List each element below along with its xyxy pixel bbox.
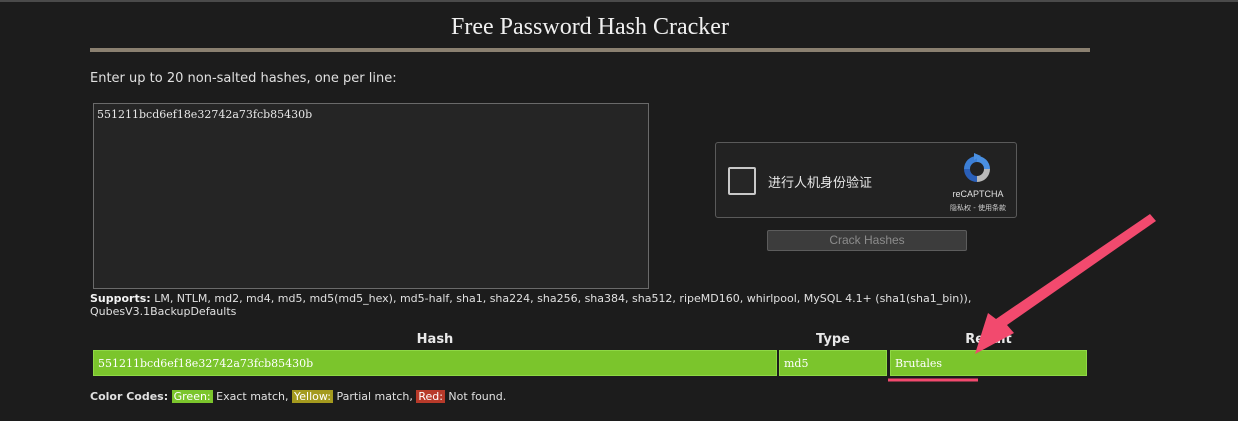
instructions-text: Enter up to 20 non-salted hashes, one pe…: [90, 71, 397, 86]
result-cell-type: md5: [779, 350, 887, 376]
green-swatch: Green:: [171, 390, 213, 403]
yellow-swatch: Yellow:: [292, 390, 333, 403]
color-codes-label: Color Codes:: [90, 390, 169, 403]
supported-algorithms: Supports: LM, NTLM, md2, md4, md5, md5(m…: [90, 292, 990, 318]
column-header-hash: Hash: [416, 332, 454, 347]
result-cell-hash: 551211bcd6ef18e32742a73fcb85430b: [93, 350, 777, 376]
recaptcha-brand: reCAPTCHA: [952, 189, 1004, 199]
red-swatch: Red:: [416, 390, 445, 403]
color-codes-legend: Color Codes: Green: Exact match, Yellow:…: [90, 390, 506, 403]
recaptcha-privacy-links[interactable]: 隐私权 - 使用条款: [936, 203, 1020, 213]
column-header-result: Result: [965, 332, 1012, 347]
recaptcha-logo-icon: [964, 153, 990, 182]
recaptcha-label: 进行人机身份验证: [768, 176, 873, 191]
recaptcha-checkbox[interactable]: [728, 167, 756, 195]
page-title: Free Password Hash Cracker: [451, 14, 729, 40]
result-cell-result: Brutales: [890, 350, 1087, 376]
supports-label: Supports:: [90, 292, 151, 305]
green-desc: Exact match,: [212, 390, 292, 403]
hash-input-textarea[interactable]: 551211bcd6ef18e32742a73fcb85430b: [93, 103, 649, 289]
crack-hashes-button[interactable]: Crack Hashes: [767, 230, 967, 251]
column-header-type: Type: [816, 332, 850, 347]
supports-list: LM, NTLM, md2, md4, md5, md5(md5_hex), m…: [90, 292, 972, 318]
red-desc: Not found.: [444, 390, 507, 403]
title-divider: [90, 48, 1090, 52]
yellow-desc: Partial match,: [332, 390, 417, 403]
recaptcha-widget: 进行人机身份验证 reCAPTCHA 隐私权 - 使用条款: [715, 142, 1017, 218]
